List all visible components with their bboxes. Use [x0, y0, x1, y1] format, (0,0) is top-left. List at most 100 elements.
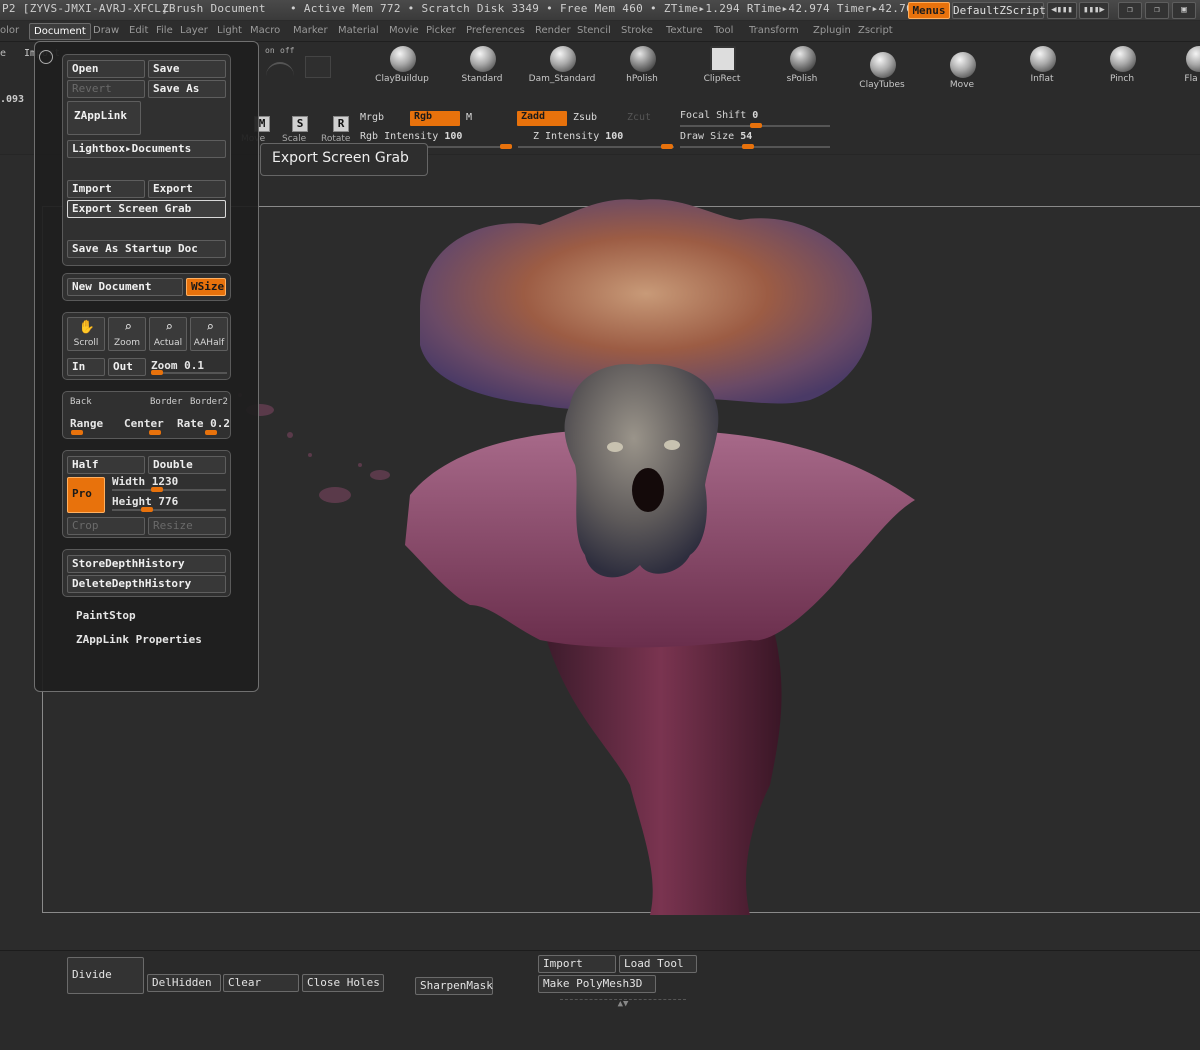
focal-shift-knob[interactable]: [750, 123, 762, 128]
border2-label[interactable]: Border2: [190, 397, 228, 407]
menu-picker[interactable]: Picker: [426, 25, 456, 36]
width-slider-label[interactable]: Width 1230: [112, 475, 178, 488]
brush-flatten[interactable]: Fla: [1162, 44, 1200, 92]
scroll-left-icon[interactable]: ◀▮▮▮: [1047, 2, 1077, 19]
range-slider-knob[interactable]: [71, 430, 83, 435]
lightbox-documents-button[interactable]: Lightbox▸Documents: [67, 140, 226, 158]
menu-tool[interactable]: Tool: [714, 25, 733, 36]
sharpenmask-button[interactable]: SharpenMask: [415, 977, 493, 995]
menu-file[interactable]: File: [156, 25, 173, 36]
menu-transform[interactable]: Transform: [749, 25, 799, 36]
import-tool-button[interactable]: Import: [538, 955, 616, 973]
width-slider-knob[interactable]: [151, 487, 163, 492]
save-as-button[interactable]: Save As: [148, 80, 226, 98]
load-tool-button[interactable]: Load Tool: [619, 955, 697, 973]
m-button[interactable]: M: [466, 112, 472, 127]
brush-move[interactable]: Move: [926, 50, 998, 98]
zoom-button[interactable]: ⌕ Zoom: [108, 317, 146, 351]
clear-button[interactable]: Clear: [223, 974, 299, 992]
new-document-button[interactable]: New Document: [67, 278, 183, 296]
focal-shift-label[interactable]: Focal Shift 0: [680, 110, 758, 125]
gauge-icon[interactable]: [266, 62, 294, 78]
menu-light[interactable]: Light: [217, 25, 242, 36]
center-slider-label[interactable]: Center: [124, 417, 164, 430]
menu-zplugin[interactable]: Zplugin: [813, 25, 851, 36]
maximize-window-icon[interactable]: ▣: [1172, 2, 1196, 19]
actual-button[interactable]: ⌕ Actual: [149, 317, 187, 351]
menu-macro[interactable]: Macro: [250, 25, 280, 36]
save-button[interactable]: Save: [148, 60, 226, 78]
brush-cliprect[interactable]: ClipRect: [686, 44, 758, 92]
zapplink-properties-label[interactable]: ZAppLink Properties: [76, 633, 202, 646]
store-depth-history-button[interactable]: StoreDepthHistory: [67, 555, 226, 573]
onoff-off-label[interactable]: off: [280, 46, 294, 61]
draw-size-track[interactable]: [680, 146, 830, 148]
z-intensity-knob[interactable]: [661, 144, 673, 149]
rgb-intensity-knob[interactable]: [500, 144, 512, 149]
scroll-button[interactable]: ✋ Scroll: [67, 317, 105, 351]
zoom-slider-knob[interactable]: [151, 370, 163, 375]
open-button[interactable]: Open: [67, 60, 145, 78]
menu-document[interactable]: Document: [29, 23, 91, 40]
zsub-button[interactable]: Zsub: [573, 112, 597, 127]
onoff-on-label[interactable]: on: [265, 46, 275, 61]
menu-draw[interactable]: Draw: [93, 25, 119, 36]
zadd-button[interactable]: Zadd: [517, 111, 567, 126]
collapse-toggle-icon[interactable]: ▲▼: [560, 999, 686, 1009]
revert-button[interactable]: Revert: [67, 80, 145, 98]
scale-mode-icon[interactable]: S: [292, 116, 308, 132]
menu-marker[interactable]: Marker: [293, 25, 328, 36]
rate-slider-knob[interactable]: [205, 430, 217, 435]
pin-menu-icon[interactable]: [39, 50, 53, 64]
rate-slider-label[interactable]: Rate 0.2: [177, 417, 230, 430]
restore-window-icon[interactable]: ❐: [1118, 2, 1142, 19]
brush-spolish[interactable]: sPolish: [766, 44, 838, 92]
brush-pinch[interactable]: Pinch: [1086, 44, 1158, 92]
scroll-right-icon[interactable]: ▮▮▮▶: [1079, 2, 1109, 19]
make-polymesh3d-button[interactable]: Make PolyMesh3D: [538, 975, 656, 993]
brush-claybuildup[interactable]: ClayBuildup: [366, 44, 438, 92]
perspective-icon[interactable]: [305, 56, 331, 78]
zapplink-button[interactable]: ZAppLink: [67, 101, 141, 135]
double-button[interactable]: Double: [148, 456, 226, 474]
brush-standard[interactable]: Standard: [446, 44, 518, 92]
divide-button[interactable]: Divide: [67, 957, 144, 994]
export-button[interactable]: Export: [148, 180, 226, 198]
zoom-in-button[interactable]: In: [67, 358, 105, 376]
zcut-button[interactable]: Zcut: [627, 112, 651, 127]
width-slider-track[interactable]: [112, 489, 226, 491]
rgb-button[interactable]: Rgb: [410, 111, 460, 126]
crop-button[interactable]: Crop: [67, 517, 145, 535]
center-slider-knob[interactable]: [149, 430, 161, 435]
menus-toggle-button[interactable]: Menus: [908, 2, 950, 19]
draw-size-knob[interactable]: [742, 144, 754, 149]
brush-dam-standard[interactable]: Dam_Standard: [526, 44, 598, 92]
draw-size-label[interactable]: Draw Size 54: [680, 131, 752, 146]
menu-preferences[interactable]: Preferences: [466, 25, 525, 36]
resize-button[interactable]: Resize: [148, 517, 226, 535]
brush-claytubes[interactable]: ClayTubes: [846, 50, 918, 98]
half-button[interactable]: Half: [67, 456, 145, 474]
default-zscript-button[interactable]: DefaultZScript: [952, 2, 1046, 19]
back-label[interactable]: Back: [70, 397, 92, 407]
import-button[interactable]: Import: [67, 180, 145, 198]
aahalf-button[interactable]: ⌕ AAHalf: [190, 317, 228, 351]
wsize-button[interactable]: WSize: [186, 278, 226, 296]
delhidden-button[interactable]: DelHidden: [147, 974, 221, 992]
border-label[interactable]: Border: [150, 397, 183, 407]
menu-render[interactable]: Render: [535, 25, 571, 36]
tile-window-icon[interactable]: ❐: [1145, 2, 1169, 19]
z-intensity-track[interactable]: [518, 146, 674, 148]
menu-stroke[interactable]: Stroke: [621, 25, 653, 36]
menu-movie[interactable]: Movie: [389, 25, 419, 36]
close-holes-button[interactable]: Close Holes: [302, 974, 384, 992]
menu-zscript[interactable]: Zscript: [858, 25, 893, 36]
menu-layer[interactable]: Layer: [180, 25, 208, 36]
menu-stencil[interactable]: Stencil: [577, 25, 611, 36]
export-screen-grab-button[interactable]: Export Screen Grab: [67, 200, 226, 218]
paintstop-label[interactable]: PaintStop: [76, 609, 136, 622]
mrgb-button[interactable]: Mrgb: [360, 112, 384, 127]
menu-edit[interactable]: Edit: [129, 25, 148, 36]
save-as-startup-doc-button[interactable]: Save As Startup Doc: [67, 240, 226, 258]
zoom-out-button[interactable]: Out: [108, 358, 146, 376]
